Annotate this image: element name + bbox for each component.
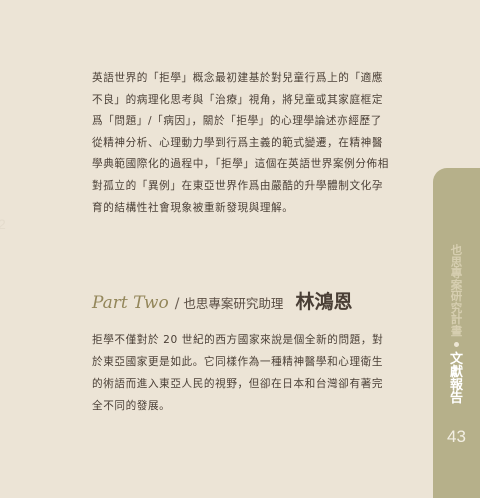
bullet-dot-icon	[454, 342, 459, 347]
heading-divider: /	[174, 296, 180, 312]
paragraph-part-two: 拒學不僅對於 20 世紀的西方國家來說是個全新的問題，對於東亞國家更是如此。它同…	[92, 334, 384, 412]
part-title: Part Two	[92, 293, 169, 313]
margin-number: 2	[0, 216, 6, 232]
section-heading: Part Two / 也思專案研究助理 林鴻恩	[92, 287, 392, 317]
tab-char: 畫	[450, 323, 463, 338]
paragraph-intro: 英語世界的「拒學」概念最初建基於對兒童行爲上的「適應不良」的病理化思考與「治療」…	[92, 72, 389, 214]
author-name: 林鴻恩	[295, 291, 353, 313]
author-role: 也思專案研究助理	[183, 296, 284, 311]
page-number: 43	[447, 427, 466, 446]
tab-title: 也 思 專 案 研 究 計 畫 文 獻 報 告	[433, 244, 480, 406]
side-chapter-tab: 也 思 專 案 研 究 計 畫 文 獻 報 告 43	[433, 168, 480, 498]
tab-char: 告	[449, 391, 463, 406]
